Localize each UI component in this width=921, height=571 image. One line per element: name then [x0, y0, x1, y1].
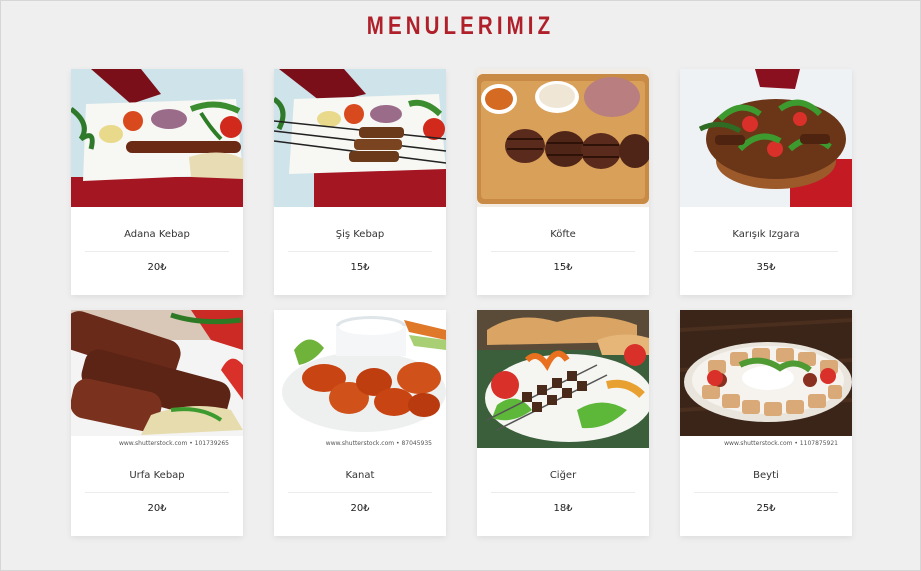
- urfa-kebap-photo[interactable]: www.shutterstock.com • 101739265: [71, 310, 243, 448]
- menu-card[interactable]: Ciğer 18₺: [477, 310, 649, 536]
- item-price: 25₺: [756, 503, 776, 514]
- menu-card[interactable]: www.shutterstock.com • 1107875921 Beyti …: [680, 310, 852, 536]
- beyti-photo[interactable]: www.shutterstock.com • 1107875921: [680, 310, 852, 448]
- item-price: 20₺: [350, 503, 370, 514]
- divider: [694, 492, 838, 493]
- adana-kebap-photo[interactable]: [71, 69, 243, 207]
- item-name: Şiş Kebap: [335, 229, 385, 240]
- divider: [491, 251, 635, 252]
- menu-card[interactable]: www.shutterstock.com • 101739265 Urfa Ke…: [71, 310, 243, 536]
- item-price: 15₺: [350, 262, 370, 273]
- page-title: MENULERIMIZ: [366, 12, 555, 40]
- item-price: 15₺: [553, 262, 573, 273]
- item-name: Köfte: [550, 229, 576, 240]
- watermark: www.shutterstock.com • 1107875921: [724, 440, 838, 447]
- item-name: Ciğer: [549, 470, 577, 481]
- kanat-photo[interactable]: www.shutterstock.com • 87045935: [274, 310, 446, 448]
- divider: [85, 251, 229, 252]
- kofte-photo[interactable]: [477, 69, 649, 207]
- item-price: 35₺: [756, 262, 776, 273]
- ciger-photo[interactable]: [477, 310, 649, 448]
- divider: [491, 492, 635, 493]
- item-price: 20₺: [147, 503, 167, 514]
- divider: [85, 492, 229, 493]
- item-name: Beyti: [753, 470, 779, 481]
- item-price: 18₺: [553, 503, 573, 514]
- item-name: Adana Kebap: [124, 229, 190, 240]
- menu-grid: Adana Kebap 20₺ Şiş Kebap 15₺ Köfte 15₺ …: [71, 69, 852, 536]
- watermark: www.shutterstock.com • 101739265: [118, 440, 229, 447]
- divider: [288, 251, 432, 252]
- divider: [288, 492, 432, 493]
- item-name: Urfa Kebap: [129, 470, 185, 481]
- menu-card[interactable]: Karışık Izgara 35₺: [680, 69, 852, 295]
- divider: [694, 251, 838, 252]
- item-name: Karışık Izgara: [732, 229, 800, 240]
- item-price: 20₺: [147, 262, 167, 273]
- item-name: Kanat: [345, 470, 375, 481]
- karisik-izgara-photo[interactable]: [680, 69, 852, 207]
- menu-card[interactable]: Şiş Kebap 15₺: [274, 69, 446, 295]
- watermark: www.shutterstock.com • 87045935: [325, 440, 432, 447]
- menu-card[interactable]: www.shutterstock.com • 87045935 Kanat 20…: [274, 310, 446, 536]
- menu-card[interactable]: Adana Kebap 20₺: [71, 69, 243, 295]
- sis-kebap-photo[interactable]: [274, 69, 446, 207]
- menu-card[interactable]: Köfte 15₺: [477, 69, 649, 295]
